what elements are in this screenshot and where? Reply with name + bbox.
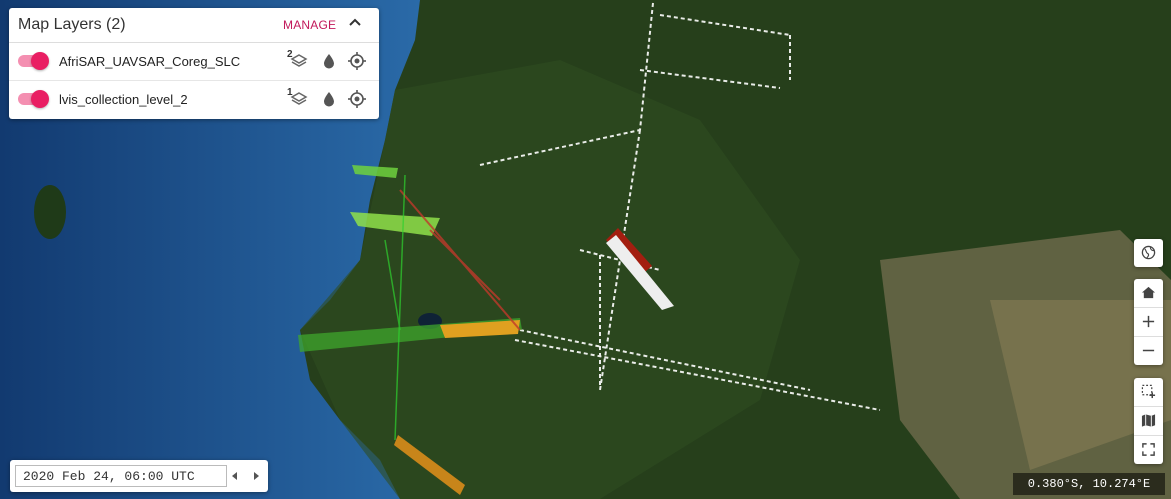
layer-toggle[interactable] (18, 90, 49, 108)
home-button[interactable] (1134, 279, 1163, 307)
map-layers-panel: Map Layers (2) MANAGE AfriSAR_UAVSAR_Cor… (9, 8, 379, 119)
zoom-out-button[interactable] (1134, 336, 1163, 365)
zoom-in-icon (1142, 315, 1155, 328)
layers-icon[interactable]: 1 (287, 87, 308, 108)
select-area-icon (1141, 384, 1156, 399)
zoom-out-icon (1142, 349, 1155, 352)
layer-row: lvis_collection_level_2 1 (9, 81, 379, 118)
projection-toolbar (1134, 239, 1163, 267)
fullscreen-icon (1142, 443, 1155, 456)
panel-title: Map Layers (2) (18, 16, 126, 33)
timeline-control: 2020 Feb 24, 06:00 UTC (10, 460, 268, 492)
layer-name: AfriSAR_UAVSAR_Coreg_SLC (59, 54, 241, 69)
next-date-icon[interactable] (251, 470, 261, 482)
drop-icon[interactable] (320, 90, 338, 108)
panel-header: Map Layers (2) MANAGE (9, 8, 379, 43)
layer-name: lvis_collection_level_2 (59, 92, 188, 107)
map-button[interactable] (1134, 406, 1163, 435)
target-icon[interactable] (348, 52, 366, 70)
drop-icon[interactable] (320, 52, 338, 70)
chevron-up-icon[interactable] (347, 15, 363, 31)
map-icon (1141, 414, 1156, 427)
layer-order-badge: 1 (287, 87, 293, 98)
fullscreen-button[interactable] (1134, 435, 1163, 464)
previous-date-icon[interactable] (230, 470, 240, 482)
globe-icon (1141, 245, 1156, 260)
target-icon[interactable] (348, 90, 366, 108)
zoom-toolbar (1134, 279, 1163, 365)
layer-toggle[interactable] (18, 52, 49, 70)
date-input[interactable]: 2020 Feb 24, 06:00 UTC (15, 465, 227, 487)
coordinate-readout: 0.380°S, 10.274°E (1013, 473, 1165, 495)
layer-order-badge: 2 (287, 49, 293, 60)
tools-toolbar (1134, 378, 1163, 464)
home-icon (1141, 286, 1156, 299)
layers-icon[interactable]: 2 (287, 49, 308, 70)
zoom-in-button[interactable] (1134, 307, 1163, 336)
select-area-button[interactable] (1134, 378, 1163, 406)
globe-button[interactable] (1134, 239, 1163, 267)
layer-row: AfriSAR_UAVSAR_Coreg_SLC 2 (9, 43, 379, 81)
manage-button[interactable]: MANAGE (283, 18, 336, 32)
